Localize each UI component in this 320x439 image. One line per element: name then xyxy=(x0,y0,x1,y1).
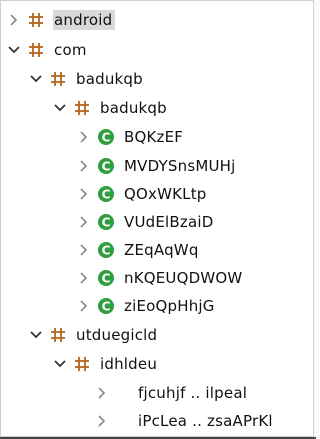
tree-item-class[interactable]: C ziEoQpHhjG xyxy=(75,291,218,321)
chevron-right-icon[interactable] xyxy=(75,269,93,287)
class-icon: C xyxy=(97,297,115,315)
package-icon xyxy=(27,41,45,59)
package-icon xyxy=(49,326,67,344)
tree-item-class[interactable]: C VUdElBzaiD xyxy=(75,207,216,237)
tree-item-badukqb[interactable]: badukqb xyxy=(27,64,146,94)
tree-item-label: ZEqAqWq xyxy=(124,241,199,259)
package-icon xyxy=(73,99,91,117)
chevron-right-icon[interactable] xyxy=(5,11,23,29)
chevron-right-icon[interactable] xyxy=(93,412,111,430)
tree-item-label: android xyxy=(53,10,116,30)
tree-item-label: VUdElBzaiD xyxy=(124,213,214,231)
tree-item-class[interactable]: C nKQEUQDWOW xyxy=(75,263,245,293)
tree-item-label: idhldeu xyxy=(100,355,158,373)
tree-item-com[interactable]: com xyxy=(5,35,90,65)
tree-item-label: com xyxy=(54,41,87,59)
chevron-right-icon[interactable] xyxy=(75,213,93,231)
svg-text:C: C xyxy=(102,130,111,144)
tree-item-label: nKQEUQDWOW xyxy=(124,269,243,287)
tree-item-label: QOxWKLtp xyxy=(124,185,207,203)
class-icon: C xyxy=(97,128,115,146)
tree-item-file[interactable]: fjcuhjf .. ilpeal xyxy=(93,378,250,408)
class-icon: C xyxy=(97,269,115,287)
tree-item-label: MVDYSnsMUHj xyxy=(124,157,236,175)
chevron-down-icon[interactable] xyxy=(51,355,69,373)
tree-item-class[interactable]: C MVDYSnsMUHj xyxy=(75,151,239,181)
package-icon xyxy=(27,11,45,29)
tree-item-label: BQKzEF xyxy=(124,128,184,146)
tree-item-label: utduegicld xyxy=(76,326,158,344)
tree-item-class[interactable]: C BQKzEF xyxy=(75,122,186,152)
svg-text:C: C xyxy=(102,243,111,257)
chevron-right-icon[interactable] xyxy=(75,241,93,259)
chevron-down-icon[interactable] xyxy=(5,41,23,59)
svg-text:C: C xyxy=(102,187,111,201)
tree-item-badukqb-nested[interactable]: badukqb xyxy=(51,93,170,123)
class-icon: C xyxy=(97,157,115,175)
package-icon xyxy=(73,355,91,373)
package-explorer-tree: android com badukqb badukqb C BQKzEF C M… xyxy=(0,0,314,437)
class-icon: C xyxy=(97,213,115,231)
tree-item-utduegicld[interactable]: utduegicld xyxy=(27,320,160,350)
tree-item-idhldeu[interactable]: idhldeu xyxy=(51,349,160,379)
chevron-right-icon[interactable] xyxy=(75,128,93,146)
class-icon: C xyxy=(97,185,115,203)
tree-item-class[interactable]: C QOxWKLtp xyxy=(75,179,210,209)
chevron-down-icon[interactable] xyxy=(27,326,45,344)
svg-text:C: C xyxy=(102,159,111,173)
chevron-down-icon[interactable] xyxy=(27,70,45,88)
chevron-down-icon[interactable] xyxy=(51,99,69,117)
chevron-right-icon[interactable] xyxy=(75,185,93,203)
chevron-right-icon[interactable] xyxy=(93,384,111,402)
tree-item-label: iPcLea .. zsaAPrKl xyxy=(138,412,273,430)
chevron-right-icon[interactable] xyxy=(75,157,93,175)
tree-item-label: fjcuhjf .. ilpeal xyxy=(138,384,248,402)
svg-text:C: C xyxy=(102,215,111,229)
class-icon: C xyxy=(97,241,115,259)
svg-text:C: C xyxy=(102,271,111,285)
tree-item-label: badukqb xyxy=(100,99,167,117)
tree-item-android[interactable]: android xyxy=(5,5,116,35)
tree-item-file[interactable]: iPcLea .. zsaAPrKl xyxy=(93,406,276,436)
chevron-right-icon[interactable] xyxy=(75,297,93,315)
tree-item-label: ziEoQpHhjG xyxy=(124,297,215,315)
package-icon xyxy=(49,70,67,88)
tree-item-label: badukqb xyxy=(76,70,143,88)
svg-text:C: C xyxy=(102,299,111,313)
tree-item-class[interactable]: C ZEqAqWq xyxy=(75,235,202,265)
